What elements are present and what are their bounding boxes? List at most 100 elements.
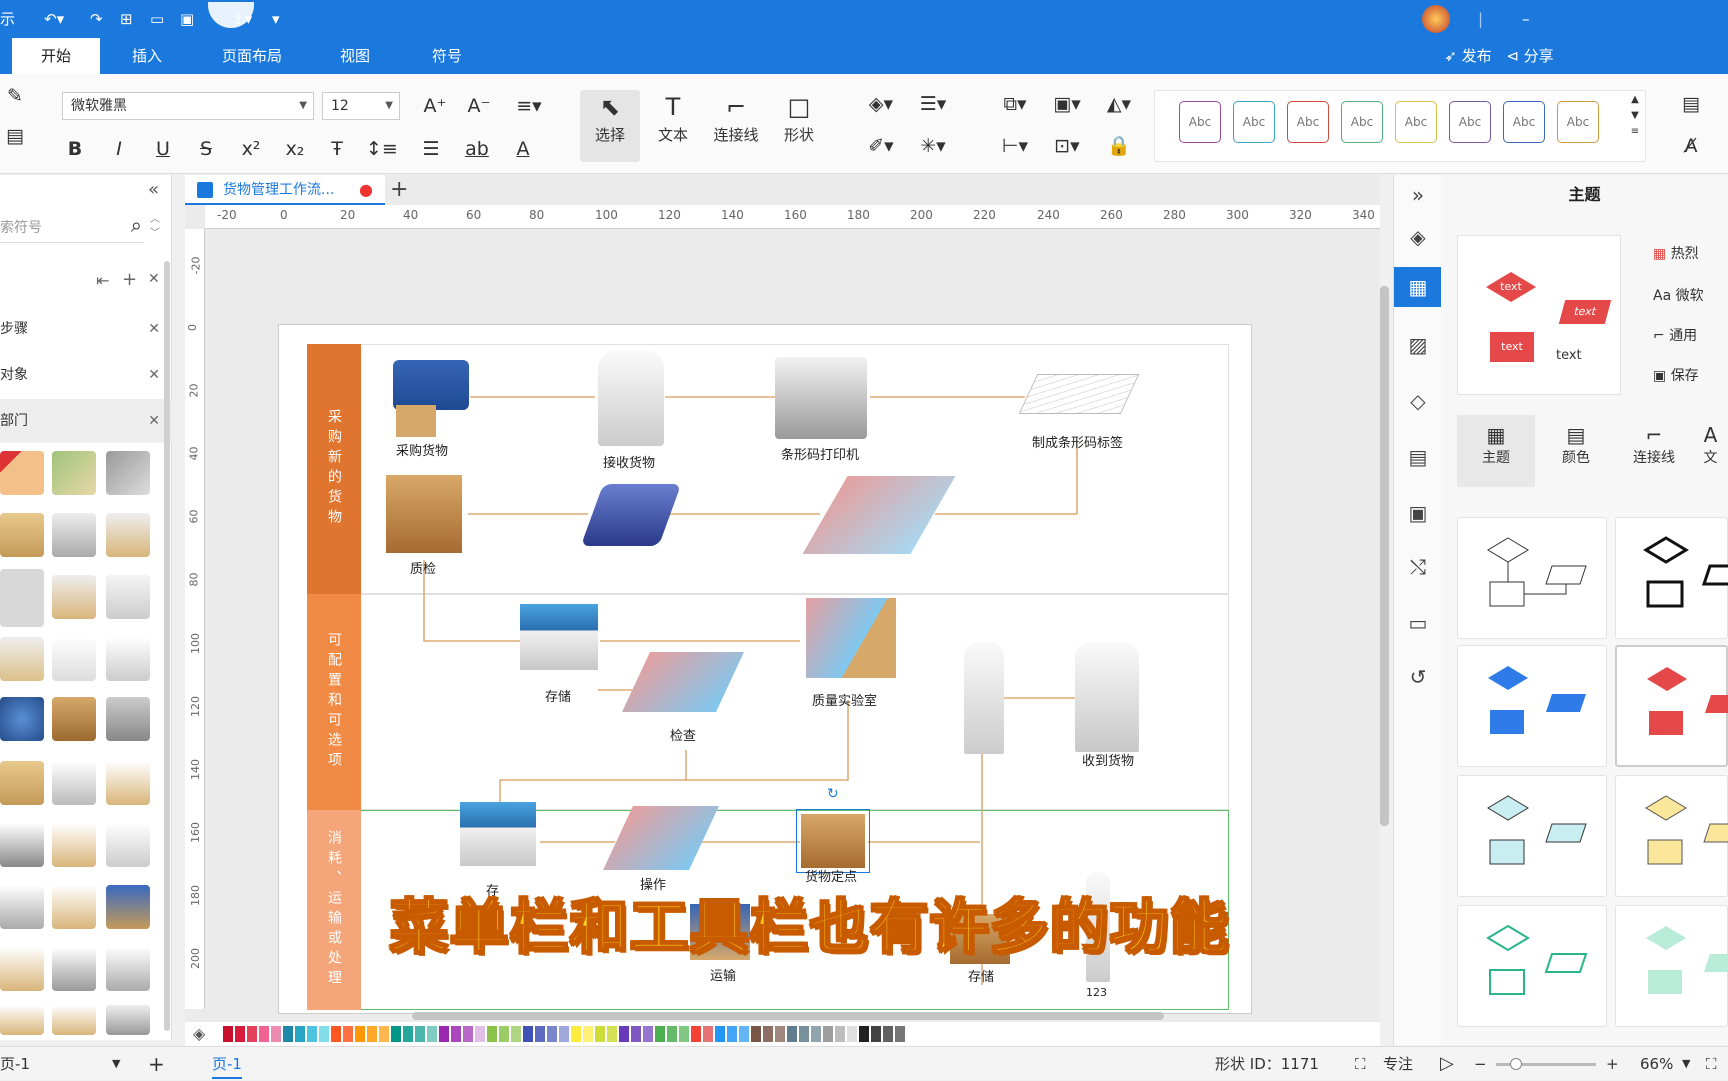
theme-option-font[interactable]: Aa 微软 xyxy=(1653,285,1704,305)
color-swatch[interactable] xyxy=(823,1026,833,1042)
zoom-level[interactable]: 66% xyxy=(1640,1047,1673,1081)
color-swatch[interactable] xyxy=(619,1026,629,1042)
color-swatch[interactable] xyxy=(307,1026,317,1042)
truck-icon[interactable] xyxy=(393,360,469,410)
color-swatch[interactable] xyxy=(223,1026,233,1042)
chevron-down-icon[interactable]: ▼ xyxy=(112,1047,120,1081)
theme-card-green-outline[interactable] xyxy=(1457,905,1607,1027)
color-swatch[interactable] xyxy=(523,1026,533,1042)
shuffle-icon[interactable]: ⤭ xyxy=(1394,547,1442,587)
color-swatch[interactable] xyxy=(319,1026,329,1042)
color-swatch[interactable] xyxy=(895,1026,905,1042)
color-swatch[interactable] xyxy=(883,1026,893,1042)
selected-box-shape[interactable] xyxy=(796,809,870,873)
box-icon[interactable] xyxy=(396,405,436,437)
color-swatch[interactable] xyxy=(403,1026,413,1042)
tab-color[interactable]: ▤ 颜色 xyxy=(1537,415,1615,487)
color-swatch[interactable] xyxy=(355,1026,365,1042)
warehouse-icon[interactable] xyxy=(460,802,536,866)
page-selector[interactable]: 页-1 xyxy=(0,1047,30,1081)
color-swatch[interactable] xyxy=(607,1026,617,1042)
color-swatch[interactable] xyxy=(643,1026,653,1042)
expand-panel-icon[interactable]: » xyxy=(1394,175,1442,215)
theme-card-mint[interactable] xyxy=(1615,905,1728,1027)
theme-card-cyan[interactable] xyxy=(1457,775,1607,897)
color-swatch[interactable] xyxy=(715,1026,725,1042)
color-swatch[interactable] xyxy=(535,1026,545,1042)
color-swatch[interactable] xyxy=(727,1026,737,1042)
warehouse-icon[interactable] xyxy=(520,604,598,670)
color-swatch[interactable] xyxy=(499,1026,509,1042)
rotate-handle-icon[interactable]: ↻ xyxy=(827,786,839,802)
color-swatch[interactable] xyxy=(667,1026,677,1042)
color-swatch[interactable] xyxy=(583,1026,593,1042)
color-swatch[interactable] xyxy=(331,1026,341,1042)
fullscreen-icon[interactable]: ⛶ xyxy=(1706,1047,1717,1081)
page-tab[interactable]: 页-1 xyxy=(212,1047,242,1079)
color-swatch[interactable] xyxy=(559,1026,569,1042)
zoom-slider-thumb[interactable] xyxy=(1510,1058,1522,1070)
color-swatch[interactable] xyxy=(475,1026,485,1042)
color-swatch[interactable] xyxy=(235,1026,245,1042)
theme-card-red[interactable] xyxy=(1615,645,1728,767)
color-swatch[interactable] xyxy=(871,1026,881,1042)
color-swatch[interactable] xyxy=(679,1026,689,1042)
color-swatch[interactable] xyxy=(451,1026,461,1042)
color-swatch[interactable] xyxy=(787,1026,797,1042)
color-swatch[interactable] xyxy=(427,1026,437,1042)
printer-icon[interactable] xyxy=(775,357,867,439)
zoom-out-icon[interactable]: − xyxy=(1474,1047,1487,1081)
color-swatch[interactable] xyxy=(295,1026,305,1042)
color-swatch[interactable] xyxy=(511,1026,521,1042)
color-swatch[interactable] xyxy=(379,1026,389,1042)
color-swatch[interactable] xyxy=(631,1026,641,1042)
theme-icon[interactable]: ▦ xyxy=(1394,267,1442,307)
color-swatch[interactable] xyxy=(775,1026,785,1042)
workers-figure-icon[interactable] xyxy=(1075,642,1139,752)
history-icon[interactable]: ↺ xyxy=(1394,657,1442,697)
image-icon[interactable]: ▨ xyxy=(1394,325,1442,365)
theme-card-yellow[interactable] xyxy=(1615,775,1728,897)
color-swatch[interactable] xyxy=(703,1026,713,1042)
color-swatch[interactable] xyxy=(859,1026,869,1042)
labels-stack-icon[interactable] xyxy=(1018,374,1140,414)
chevron-down-icon[interactable]: ▼ xyxy=(1682,1047,1690,1081)
color-swatch[interactable] xyxy=(271,1026,281,1042)
theme-card-outline[interactable] xyxy=(1457,517,1607,639)
color-swatch[interactable] xyxy=(439,1026,449,1042)
layers-icon[interactable]: ◇ xyxy=(1394,381,1442,421)
color-swatch[interactable] xyxy=(655,1026,665,1042)
color-swatch[interactable] xyxy=(691,1026,701,1042)
data-icon[interactable]: ▣ xyxy=(1394,493,1442,533)
page-icon[interactable]: ▤ xyxy=(1394,437,1442,477)
focus-mode-label[interactable]: 专注 xyxy=(1383,1047,1413,1081)
tab-connector[interactable]: ⌐ 连接线 xyxy=(1615,415,1693,487)
theme-card-blue[interactable] xyxy=(1457,645,1607,767)
horizontal-scrollbar[interactable] xyxy=(412,1012,1164,1020)
play-icon[interactable]: ▷ xyxy=(1440,1047,1454,1081)
color-swatch[interactable] xyxy=(835,1026,845,1042)
color-swatch[interactable] xyxy=(847,1026,857,1042)
color-swatch[interactable] xyxy=(547,1026,557,1042)
theme-option-colors[interactable]: ▦ 热烈 xyxy=(1653,243,1699,263)
fill-style-icon[interactable]: ◈ xyxy=(1394,217,1442,257)
color-swatch[interactable] xyxy=(763,1026,773,1042)
tab-text[interactable]: A文 xyxy=(1693,415,1728,487)
presentation-icon[interactable]: ▭ xyxy=(1394,603,1442,643)
color-swatch[interactable] xyxy=(259,1026,269,1042)
worker-figure-icon[interactable] xyxy=(964,642,1004,754)
theme-card-bold[interactable] xyxy=(1615,517,1728,639)
theme-option-connector[interactable]: ⌐ 通用 xyxy=(1653,325,1697,345)
worker-figure-icon[interactable] xyxy=(598,350,664,446)
color-swatch[interactable] xyxy=(595,1026,605,1042)
add-page-icon[interactable]: + xyxy=(148,1047,165,1081)
zoom-in-icon[interactable]: + xyxy=(1606,1047,1619,1081)
zoom-slider[interactable] xyxy=(1496,1058,1596,1070)
color-swatch[interactable] xyxy=(907,1026,917,1042)
theme-option-save[interactable]: ▣ 保存 xyxy=(1653,365,1699,385)
focus-mode-icon[interactable]: ⛶ xyxy=(1355,1047,1366,1081)
color-swatch[interactable] xyxy=(247,1026,257,1042)
color-swatch[interactable] xyxy=(283,1026,293,1042)
color-swatch[interactable] xyxy=(343,1026,353,1042)
quality-lab-icon[interactable] xyxy=(806,598,896,678)
